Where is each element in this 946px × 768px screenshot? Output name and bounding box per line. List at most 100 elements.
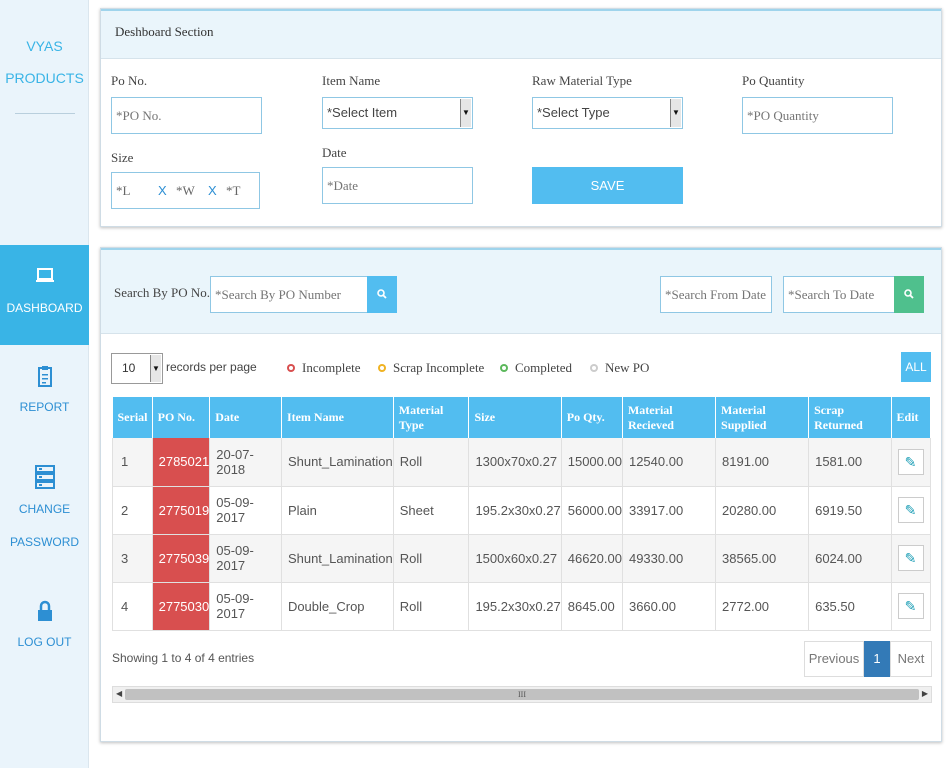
entries-info: Showing 1 to 4 of 4 entries [112, 651, 255, 665]
cell-edit: ✎ [891, 534, 932, 583]
pencil-icon: ✎ [904, 598, 917, 614]
search-to-date-input[interactable] [783, 276, 895, 313]
column-header[interactable]: Material Supplied [715, 397, 810, 438]
cell-po-no: 2785021 [152, 438, 211, 487]
clipboard-icon [37, 366, 52, 387]
cell-size: 195.2x30x0.27 [468, 582, 562, 631]
edit-button[interactable]: ✎ [897, 545, 924, 571]
raw-material-label: Raw Material Type [532, 73, 632, 88]
cell-scrap-returned: 6024.00 [808, 534, 892, 583]
column-header[interactable]: Scrap Returned [808, 397, 892, 438]
item-name-select[interactable]: *Select Item ▼ [322, 97, 473, 129]
cell-scrap-returned: 1581.00 [808, 438, 892, 487]
cell-po-qty: 46620.00 [561, 534, 623, 583]
scroll-left-icon[interactable]: ◀ [116, 689, 122, 698]
pencil-icon: ✎ [904, 453, 917, 470]
cell-material-received: 49330.00 [622, 534, 717, 583]
cell-material-type: Roll [393, 582, 470, 631]
po-quantity-label: Po Quantity [742, 73, 805, 88]
chevron-down-icon: ▼ [150, 355, 161, 382]
divider [15, 113, 75, 114]
horizontal-scrollbar[interactable]: ◀ III ▶ [112, 686, 932, 703]
column-header[interactable]: Item Name [281, 397, 394, 438]
cell-date: 05-09-2017 [209, 486, 282, 535]
show-all-button[interactable]: ALL [901, 352, 931, 382]
raw-material-select[interactable]: *Select Type ▼ [532, 97, 683, 129]
status-dot-icon [287, 364, 295, 372]
nav-report[interactable]: REPORT [0, 365, 89, 425]
search-from-date-input[interactable] [660, 276, 772, 313]
column-header[interactable]: Date [209, 397, 282, 438]
edit-button[interactable]: ✎ [897, 593, 924, 619]
cell-date: 20-07-2018 [209, 438, 282, 487]
legend-completed[interactable]: Completed [500, 360, 572, 376]
po-quantity-input[interactable] [742, 97, 893, 134]
cell-date: 05-09-2017 [209, 534, 282, 583]
cell-po-no: 2775039 [152, 534, 211, 583]
save-button[interactable]: SAVE [532, 167, 683, 204]
date-input[interactable] [322, 167, 473, 204]
cell-size: 195.2x30x0.27 [468, 486, 562, 535]
cell-po-qty: 56000.00 [561, 486, 623, 535]
search-date-button[interactable] [894, 276, 924, 313]
legend-incomplete[interactable]: Incomplete [287, 360, 360, 376]
records-per-page-select[interactable]: 10 ▼ [111, 353, 163, 384]
cell-po-no: 2775030 [152, 582, 211, 631]
search-po-button[interactable] [367, 276, 397, 313]
item-name-value: *Select Item [327, 105, 398, 120]
scroll-right-icon[interactable]: ▶ [922, 689, 928, 698]
cell-edit: ✎ [891, 486, 932, 535]
nav-logout-label: LOG OUT [17, 635, 72, 649]
size-thickness: *T [226, 183, 241, 198]
cell-scrap-returned: 635.50 [808, 582, 892, 631]
cell-item-name: Shunt_Lamination [281, 534, 394, 583]
legend-label: Incomplete [302, 360, 361, 375]
grip-icon: III [518, 690, 526, 699]
edit-button[interactable]: ✎ [897, 497, 924, 523]
cell-material-type: Sheet [393, 486, 470, 535]
search-po-input[interactable] [210, 276, 368, 313]
chevron-down-icon: ▼ [460, 99, 471, 127]
cell-size: 1500x60x0.27 [468, 534, 562, 583]
cell-material-supplied: 2772.00 [715, 582, 810, 631]
cell-size: 1300x70x0.27 [468, 438, 562, 487]
item-name-label: Item Name [322, 73, 381, 88]
brand-line1: VYAS [26, 38, 63, 54]
table-header-row: Serial PO No. Date Item Name Material Ty… [112, 397, 932, 438]
nav-logout[interactable]: LOG OUT [0, 600, 89, 660]
legend-scrap-incomplete[interactable]: Scrap Incomplete [378, 360, 484, 376]
cell-scrap-returned: 6919.50 [808, 486, 892, 535]
table-row: 4 2775030 05-09-2017 Double_Crop Roll 19… [112, 582, 932, 631]
date-label: Date [322, 145, 347, 160]
column-header[interactable]: PO No. [152, 397, 211, 438]
po-no-input[interactable] [111, 97, 262, 134]
legend-label: New PO [605, 360, 650, 375]
search-icon [377, 289, 387, 299]
brand-logo: VYAS PRODUCTS [0, 30, 89, 94]
table-row: 3 2775039 05-09-2017 Shunt_Lamination Ro… [112, 534, 932, 583]
nav-change-password[interactable]: CHANGE PASSWORD [0, 465, 89, 560]
column-header[interactable]: Po Qty. [561, 397, 623, 438]
pager-page-1[interactable]: 1 [864, 641, 890, 677]
status-dot-icon [500, 364, 508, 372]
cell-item-name: Shunt_Lamination [281, 438, 394, 487]
column-header[interactable]: Material Type [393, 397, 470, 438]
cell-po-qty: 15000.00 [561, 438, 623, 487]
nav-report-label: REPORT [19, 400, 70, 414]
pencil-icon: ✎ [904, 550, 917, 566]
search-label: Search By PO No. [114, 285, 211, 300]
column-header[interactable]: Material Recieved [622, 397, 717, 438]
pager-previous-button[interactable]: Previous [804, 641, 864, 677]
scrollbar-thumb[interactable]: III [125, 689, 919, 700]
column-header[interactable]: Edit [891, 397, 932, 438]
monitor-icon [35, 268, 54, 282]
edit-button[interactable]: ✎ [897, 448, 924, 475]
cell-po-qty: 8645.00 [561, 582, 623, 631]
column-header[interactable]: Size [468, 397, 562, 438]
column-header[interactable]: Serial [112, 397, 153, 438]
size-field[interactable]: *L X *W X *T [111, 172, 260, 209]
legend-new-po[interactable]: New PO [590, 360, 649, 376]
table-row: 2 2775019 05-09-2017 Plain Sheet 195.2x3… [112, 486, 932, 535]
pager-next-button[interactable]: Next [890, 641, 932, 677]
nav-dashboard[interactable]: DASHBOARD [0, 245, 89, 345]
